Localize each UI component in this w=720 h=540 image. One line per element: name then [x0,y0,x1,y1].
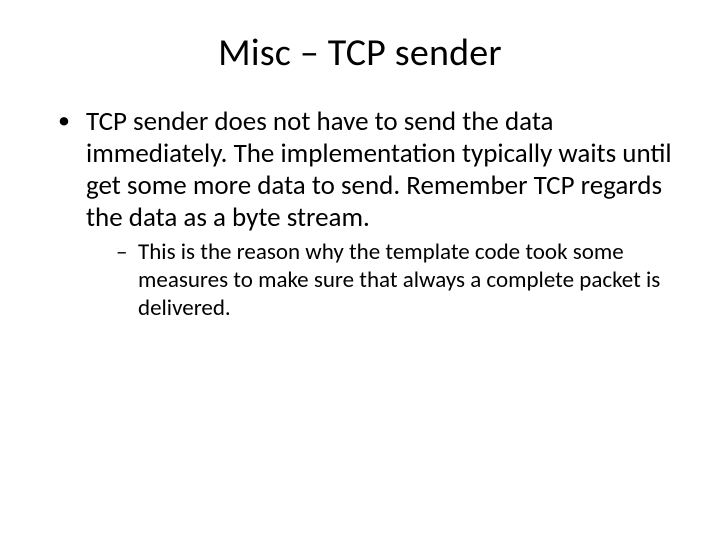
sub-bullet-list: This is the reason why the template code… [86,239,680,322]
bullet-text: TCP sender does not have to send the dat… [86,105,672,234]
sub-bullet-text: This is the reason why the template code… [138,238,660,321]
slide-title: Misc – TCP sender [40,30,680,76]
slide: Misc – TCP sender TCP sender does not ha… [0,0,720,540]
bullet-list: TCP sender does not have to send the dat… [40,106,680,322]
list-item: This is the reason why the template code… [116,239,680,322]
list-item: TCP sender does not have to send the dat… [58,106,680,322]
